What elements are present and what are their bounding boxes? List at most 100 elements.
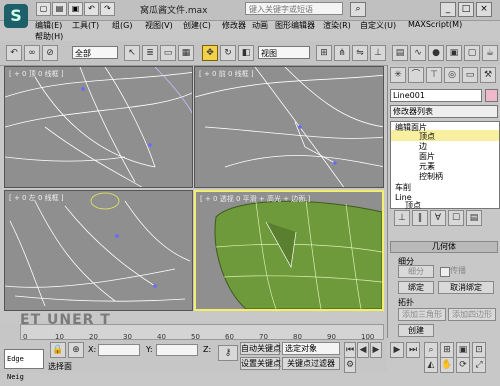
menu-create[interactable]: 创建(C): [183, 20, 211, 31]
save-icon[interactable]: ▣: [68, 2, 83, 16]
menu-tools[interactable]: 工具(T): [72, 20, 99, 31]
open-file-icon[interactable]: ▤: [52, 2, 67, 16]
menu-graph-editors[interactable]: 图形编辑器: [275, 20, 315, 31]
zoom-all-icon[interactable]: ⊞: [440, 342, 454, 358]
rect-region-icon[interactable]: ▭: [160, 45, 176, 61]
menu-edit[interactable]: 编辑(E): [35, 20, 62, 31]
selected-object-dropdown[interactable]: 选定对象: [282, 342, 340, 355]
configure-sets-icon[interactable]: ▤: [466, 210, 482, 226]
propagate-checkbox[interactable]: [440, 267, 450, 277]
undo-icon[interactable]: ↶: [84, 2, 99, 16]
link-icon[interactable]: ∞: [24, 45, 40, 61]
object-name-field[interactable]: Line001: [390, 89, 482, 102]
render-setup-icon[interactable]: ▣: [446, 45, 462, 61]
menu-modifiers[interactable]: 修改器: [222, 20, 246, 31]
app-logo-icon[interactable]: S: [4, 4, 28, 28]
orbit-icon[interactable]: ⟳: [456, 357, 470, 373]
search-icon[interactable]: ⌕: [350, 2, 366, 17]
window-crossing-icon[interactable]: ▦: [178, 45, 194, 61]
unbind-button[interactable]: 取消绑定: [438, 281, 494, 294]
motion-tab-icon[interactable]: ◎: [444, 67, 460, 83]
scale-icon[interactable]: ◧: [238, 45, 254, 61]
search-input[interactable]: 键入关键字或短语: [245, 2, 343, 15]
mirror-icon[interactable]: ⇋: [352, 45, 368, 61]
goto-start-icon[interactable]: ⏮: [344, 342, 356, 358]
display-tab-icon[interactable]: ▭: [462, 67, 478, 83]
snap-icon[interactable]: ⋔: [334, 45, 350, 61]
subdivide-button[interactable]: 细分: [398, 265, 434, 278]
zoom-extents-icon[interactable]: ▣: [456, 342, 470, 358]
next-frame-icon[interactable]: ▶: [390, 342, 404, 358]
key-filters-button[interactable]: 关键点过滤器: [282, 357, 340, 370]
viewport-label[interactable]: [ + 0 前 0 线框 ]: [199, 69, 254, 79]
add-triangle-button[interactable]: 添加三角形: [398, 308, 446, 321]
menu-group[interactable]: 组(G): [112, 20, 132, 31]
move-icon[interactable]: ✥: [202, 45, 218, 61]
create-button[interactable]: 创建: [398, 324, 434, 337]
create-tab-icon[interactable]: ✳: [390, 67, 406, 83]
y-coord-field[interactable]: [156, 344, 198, 356]
viewport-label[interactable]: [ + 0 左 0 线框 ]: [9, 193, 64, 203]
prev-frame-icon[interactable]: ◀: [357, 342, 369, 358]
time-config-icon[interactable]: ⚙: [344, 357, 356, 373]
hierarchy-tab-icon[interactable]: ⊤: [426, 67, 442, 83]
close-button[interactable]: ×: [476, 2, 492, 17]
select-object-icon[interactable]: ↖: [124, 45, 140, 61]
pivot-center-icon[interactable]: ⊞: [316, 45, 332, 61]
add-quad-button[interactable]: 添加四边形: [448, 308, 496, 321]
menu-customize[interactable]: 自定义(U): [360, 20, 396, 31]
remove-modifier-icon[interactable]: ☐: [448, 210, 464, 226]
unlink-icon[interactable]: ⊘: [42, 45, 58, 61]
align-icon[interactable]: ⊥: [370, 45, 386, 61]
abs-mode-icon[interactable]: ⊕: [68, 342, 84, 358]
render-frame-icon[interactable]: ▢: [464, 45, 480, 61]
undo-icon[interactable]: ↶: [6, 45, 22, 61]
geometry-rollout-header[interactable]: 几何体: [390, 241, 498, 253]
stack-item-lathe[interactable]: 车削: [395, 182, 411, 193]
goto-end-icon[interactable]: ⏭: [406, 342, 420, 358]
layer-manager-icon[interactable]: ▤: [392, 45, 408, 61]
pin-stack-icon[interactable]: ⊥: [394, 210, 410, 226]
stack-item-handle[interactable]: 控制柄: [419, 171, 443, 182]
quick-render-icon[interactable]: ☕: [482, 45, 498, 61]
bind-button[interactable]: 绑定: [398, 281, 434, 294]
key-icon[interactable]: ⚷: [218, 345, 238, 361]
lock-selection-icon[interactable]: 🔒: [50, 342, 66, 358]
object-color-swatch[interactable]: [485, 89, 498, 102]
menu-rendering[interactable]: 渲染(R): [323, 20, 351, 31]
modify-tab-icon[interactable]: ⌒: [408, 67, 424, 83]
zoom-icon[interactable]: ⌕: [424, 342, 438, 358]
material-editor-icon[interactable]: ●: [428, 45, 444, 61]
viewport-top[interactable]: [ + 0 顶 0 线框 ]: [4, 66, 193, 188]
selection-filter-dropdown[interactable]: 全部: [72, 46, 118, 59]
viewport-label[interactable]: [ + 0 顶 0 线框 ]: [9, 69, 64, 79]
set-key-button[interactable]: 设置关键点: [240, 357, 281, 370]
minimize-button[interactable]: _: [440, 2, 456, 17]
x-coord-field[interactable]: [98, 344, 140, 356]
play-icon[interactable]: ▶: [370, 342, 382, 358]
menu-maxscript[interactable]: MAXScript(M): [408, 20, 462, 29]
reference-coord-dropdown[interactable]: 视图: [258, 46, 310, 59]
new-file-icon[interactable]: ▢: [36, 2, 51, 16]
modifier-list-dropdown[interactable]: 修改器列表: [390, 105, 498, 118]
utilities-tab-icon[interactable]: ⚒: [480, 67, 496, 83]
viewport-perspective[interactable]: [ + 0 透视 0 平滑 + 高光 + 边面 ]: [194, 190, 384, 311]
viewport-left[interactable]: [ + 0 左 0 线框 ]: [4, 190, 193, 311]
redo-icon[interactable]: ↷: [100, 2, 115, 16]
auto-key-button[interactable]: 自动关键点: [240, 342, 281, 355]
viewport-label[interactable]: [ + 0 透视 0 平滑 + 高光 + 边面 ]: [200, 194, 310, 204]
menu-animation[interactable]: 动画: [252, 20, 268, 31]
field-of-view-icon[interactable]: ◭: [424, 357, 438, 373]
make-unique-icon[interactable]: ∀: [430, 210, 446, 226]
select-by-name-icon[interactable]: ≣: [142, 45, 158, 61]
maximize-viewport-icon[interactable]: ⤢: [472, 357, 486, 373]
maxscript-listener-field[interactable]: Edge Neig: [4, 349, 44, 381]
curve-editor-icon[interactable]: ∿: [410, 45, 426, 61]
show-end-result-icon[interactable]: ‖: [412, 210, 428, 226]
menu-views[interactable]: 视图(V): [145, 20, 173, 31]
maximize-button[interactable]: □: [458, 2, 474, 17]
viewport-front[interactable]: [ + 0 前 0 线框 ]: [194, 66, 384, 188]
zoom-extents-all-icon[interactable]: ⊡: [472, 342, 486, 358]
rotate-icon[interactable]: ↻: [220, 45, 236, 61]
pan-icon[interactable]: ✋: [440, 357, 454, 373]
